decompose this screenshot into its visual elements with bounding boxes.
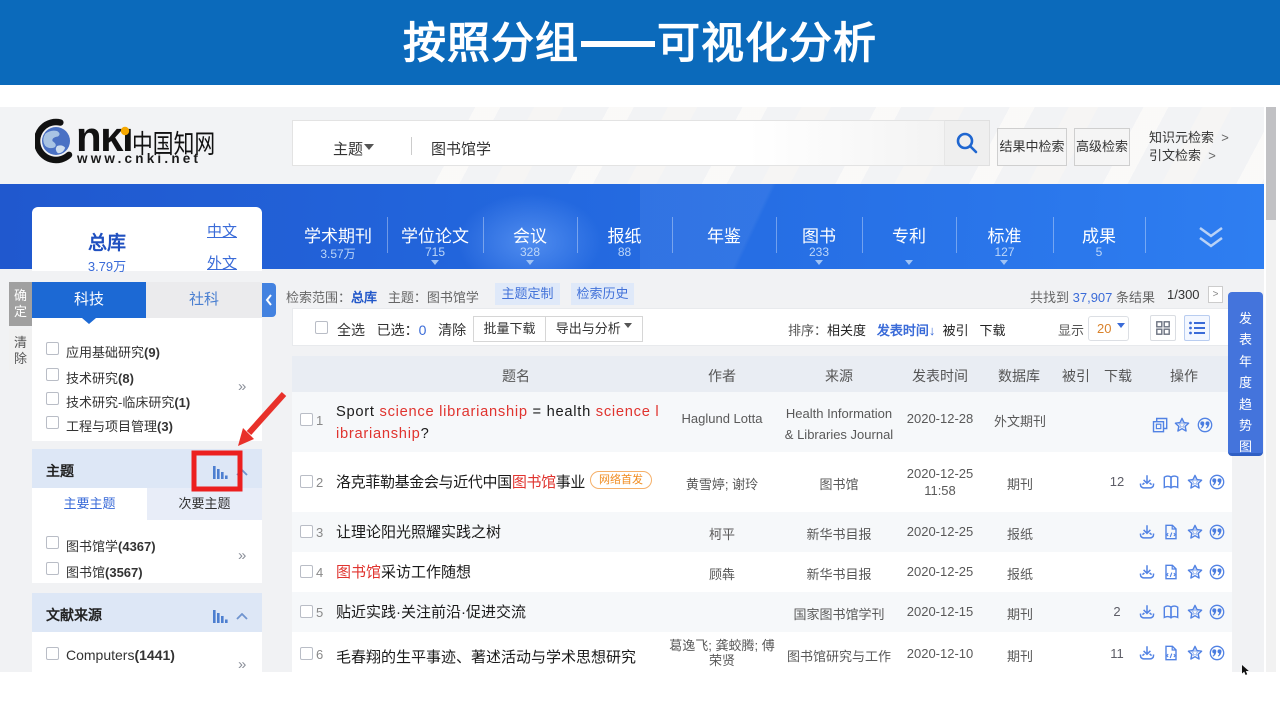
svg-text:www.cnki.net: www.cnki.net	[76, 151, 201, 166]
